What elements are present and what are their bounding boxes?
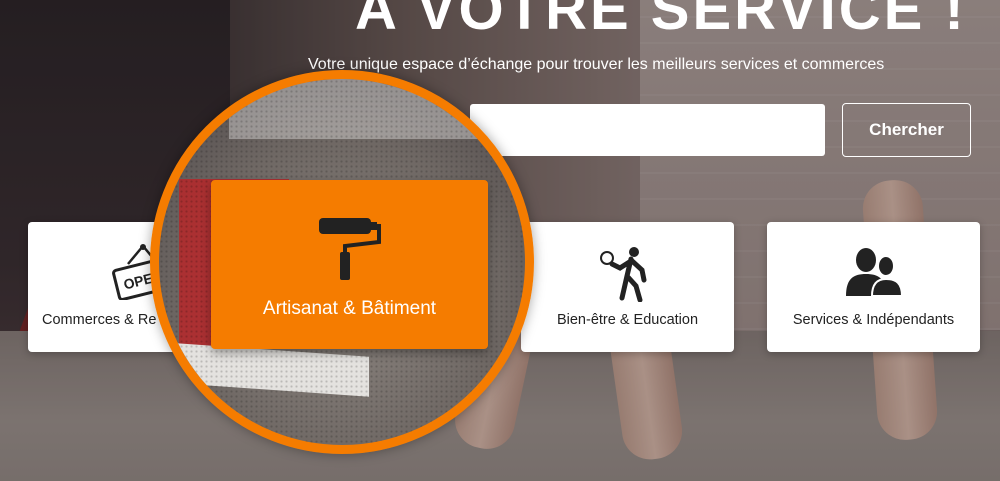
- category-label: Artisanat & Bâtiment: [262, 298, 437, 319]
- category-card-services[interactable]: Services & Indépendants: [767, 222, 980, 352]
- tennis-player-icon: [598, 246, 658, 307]
- category-label: Services & Indépendants: [792, 312, 955, 328]
- category-card-artisanat[interactable]: Artisanat & Bâtiment: [211, 180, 488, 349]
- people-icon: [844, 246, 904, 303]
- category-label: Bien-être & Education: [556, 312, 699, 328]
- paint-roller-icon: [317, 216, 383, 287]
- search-button[interactable]: Chercher: [842, 103, 971, 157]
- category-card-bien-etre[interactable]: Bien-être & Education: [521, 222, 734, 352]
- hero-subtitle: Votre unique espace d’échange pour trouv…: [308, 56, 885, 73]
- hero-title: A VOTRE SERVICE !: [355, 0, 967, 42]
